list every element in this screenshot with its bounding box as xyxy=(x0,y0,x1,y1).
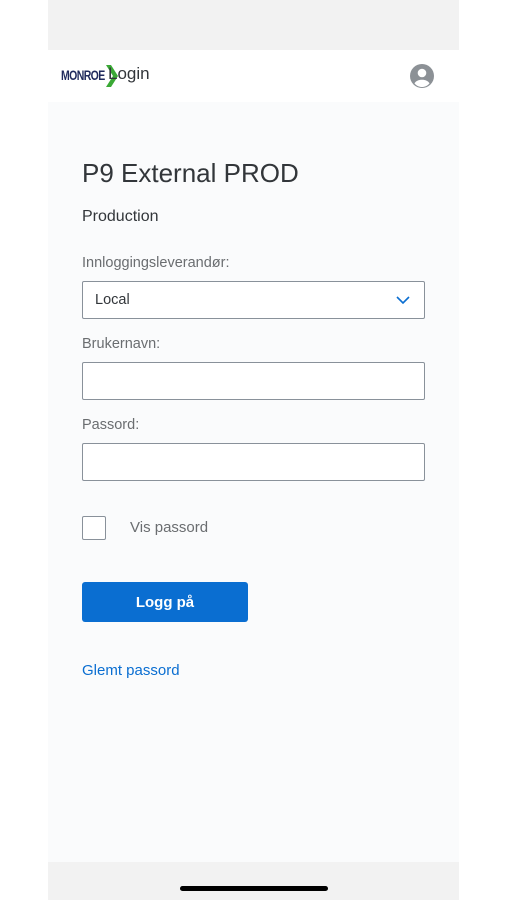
app-header: MONROE Login xyxy=(48,50,459,102)
provider-select-value: Local xyxy=(95,292,130,308)
password-label: Passord: xyxy=(82,417,140,433)
provider-select[interactable]: Local xyxy=(82,281,425,319)
status-bar xyxy=(48,0,459,50)
provider-label: Innloggingsleverandør: xyxy=(82,255,230,271)
login-button[interactable]: Logg på xyxy=(82,582,248,622)
logo-text: MONROE xyxy=(61,68,105,84)
forgot-password-link[interactable]: Glemt passord xyxy=(82,662,180,679)
show-password-label[interactable]: Vis passord xyxy=(130,519,208,536)
header-title: Login xyxy=(108,64,150,83)
chevron-down-icon xyxy=(396,296,410,305)
user-avatar-icon[interactable] xyxy=(409,63,435,89)
home-indicator[interactable] xyxy=(180,886,328,891)
password-input[interactable] xyxy=(82,443,425,481)
bottom-bar xyxy=(48,862,459,900)
phone-screen: MONROE Login P9 External PROD Production… xyxy=(48,0,459,900)
username-input[interactable] xyxy=(82,362,425,400)
environment-subtitle: Production xyxy=(82,208,159,225)
username-label: Brukernavn: xyxy=(82,336,161,352)
show-password-checkbox[interactable] xyxy=(82,516,106,540)
page-title: P9 External PROD xyxy=(82,158,299,188)
